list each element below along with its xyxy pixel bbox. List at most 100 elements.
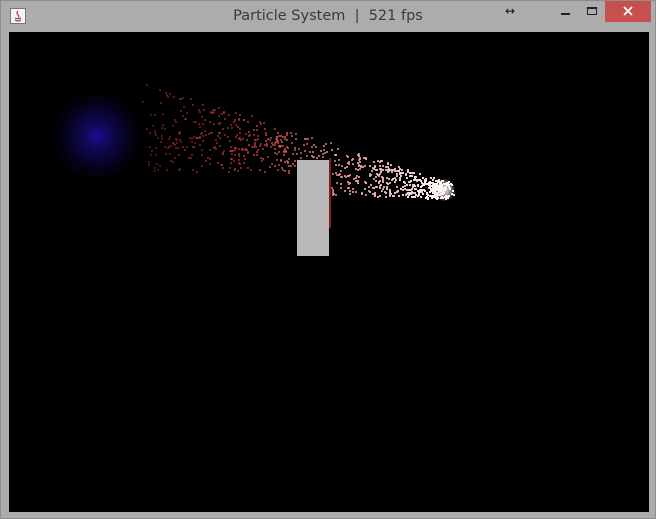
particle — [374, 165, 376, 167]
particle — [286, 139, 288, 141]
particle — [264, 171, 266, 173]
simulation-canvas[interactable] — [9, 32, 649, 512]
particle — [402, 194, 404, 196]
minimize-button[interactable] — [552, 1, 578, 22]
particle — [421, 191, 423, 193]
particle — [269, 139, 271, 141]
particle — [175, 121, 177, 123]
particle — [409, 172, 411, 174]
app-window: Particle System | 521 fps ↔ — [0, 0, 656, 519]
particle — [399, 177, 401, 179]
particle — [372, 193, 374, 195]
particle — [222, 167, 224, 169]
particle — [260, 157, 262, 159]
particle — [376, 186, 378, 188]
particle — [357, 169, 359, 171]
particle — [398, 166, 400, 168]
particle — [355, 191, 357, 193]
particle — [291, 142, 293, 144]
particle — [374, 195, 376, 197]
particle — [257, 135, 259, 137]
particle — [266, 145, 268, 147]
particle — [210, 132, 212, 134]
particle — [198, 109, 200, 111]
particle — [375, 180, 377, 182]
particle — [259, 169, 261, 171]
particle — [227, 136, 229, 138]
particle — [339, 173, 341, 175]
particle — [347, 181, 349, 183]
particle — [318, 155, 320, 157]
particle — [201, 116, 203, 118]
particle — [236, 134, 238, 136]
particle — [400, 175, 402, 177]
particle — [323, 145, 325, 147]
particle — [373, 161, 375, 163]
particle — [386, 188, 388, 190]
particle — [338, 159, 340, 161]
particle — [352, 163, 354, 165]
particle — [179, 139, 181, 141]
particle — [385, 192, 387, 194]
particle — [381, 160, 383, 162]
particle — [154, 170, 156, 172]
particle — [356, 175, 358, 177]
particle — [149, 146, 151, 148]
particle — [372, 187, 374, 189]
title-bar[interactable]: Particle System | 521 fps ↔ — [1, 1, 655, 31]
particle — [294, 160, 296, 162]
particle — [362, 166, 364, 168]
obstacle-block[interactable] — [297, 160, 329, 256]
particle — [334, 160, 336, 162]
particle — [234, 147, 236, 149]
particle — [172, 142, 174, 144]
particle — [341, 165, 343, 167]
particle — [394, 181, 396, 183]
particle — [408, 192, 410, 194]
particle — [274, 144, 276, 146]
particle — [290, 165, 292, 167]
particle — [413, 172, 415, 174]
particle — [414, 192, 416, 194]
particle — [168, 138, 170, 140]
particle — [396, 186, 398, 188]
particle — [257, 149, 259, 151]
particle — [193, 121, 195, 123]
particle — [209, 121, 211, 123]
particle — [193, 136, 195, 138]
particle — [382, 169, 384, 171]
particle — [190, 157, 192, 159]
particle — [364, 188, 366, 190]
particle — [298, 148, 300, 150]
particle-trail — [329, 158, 331, 228]
close-button[interactable] — [605, 1, 651, 22]
particle — [169, 93, 171, 95]
particle — [254, 144, 256, 146]
maximize-button[interactable] — [578, 1, 605, 22]
particle — [381, 176, 383, 178]
particle — [201, 149, 203, 151]
particle — [263, 122, 265, 124]
particle — [316, 157, 318, 159]
particle — [422, 193, 424, 195]
particle — [199, 144, 201, 146]
particle — [433, 177, 435, 179]
particle — [168, 146, 170, 148]
particle — [413, 179, 415, 181]
particle — [280, 135, 282, 137]
particle — [419, 173, 421, 175]
particle — [414, 177, 416, 179]
particle — [154, 167, 156, 169]
particle — [353, 178, 355, 180]
particle — [428, 187, 430, 189]
particle — [224, 118, 226, 120]
particle — [336, 182, 338, 184]
particle — [422, 177, 424, 179]
particle — [191, 154, 193, 156]
particle — [253, 129, 255, 131]
particle — [146, 84, 148, 86]
particle — [251, 146, 253, 148]
particle — [274, 142, 276, 144]
particle — [183, 106, 185, 108]
particle — [410, 180, 412, 182]
